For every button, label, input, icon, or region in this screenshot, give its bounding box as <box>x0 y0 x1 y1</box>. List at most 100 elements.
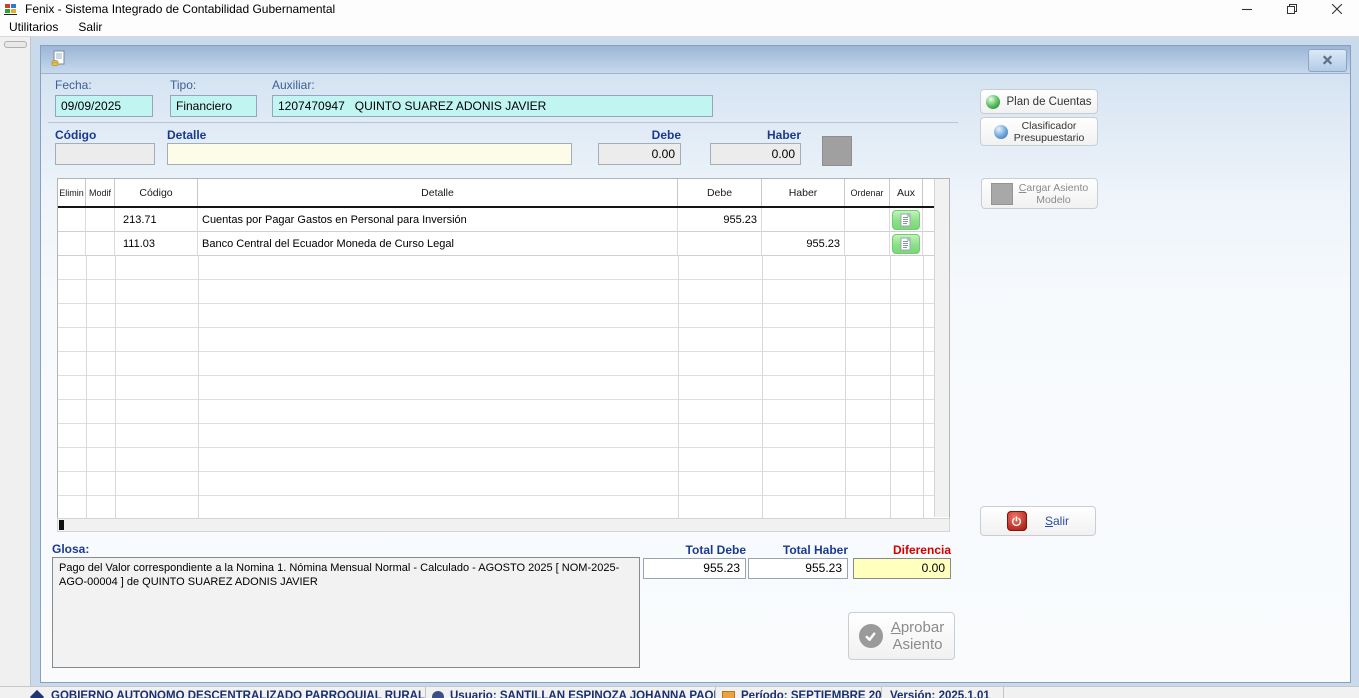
table-row[interactable]: 213.71 Cuentas por Pagar Gastos en Perso… <box>58 208 949 232</box>
titlebar: Fenix - Sistema Integrado de Contabilida… <box>0 0 1359 18</box>
cell-haber: 955.23 <box>762 232 845 256</box>
cell-debe <box>678 232 762 256</box>
cell-elimin[interactable] <box>58 232 86 256</box>
vertical-scrollbar[interactable] <box>934 179 949 517</box>
window-title: Fenix - Sistema Integrado de Contabilida… <box>25 0 335 18</box>
fecha-label: Fecha: <box>55 78 92 92</box>
auxiliar-input[interactable]: 1207470947 QUINTO SUAREZ ADONIS JAVIER <box>272 95 713 117</box>
haber-label: Haber <box>710 128 801 142</box>
menubar: Utilitarios Salir <box>0 18 1359 37</box>
col-detalle: Detalle <box>198 179 678 206</box>
debe-label: Debe <box>598 128 681 142</box>
cell-haber <box>762 208 845 232</box>
tipo-label: Tipo: <box>170 78 196 92</box>
app-window: Fenix - Sistema Integrado de Contabilida… <box>0 0 1359 698</box>
panel-gripper[interactable] <box>4 41 27 48</box>
clasificador-label-line1: Clasificador <box>1022 120 1077 132</box>
blue-sphere-icon <box>994 125 1008 139</box>
codigo-input[interactable] <box>55 143 155 165</box>
statusbar-entidad: GOBIERNO AUTONOMO DESCENTRALIZADO PARROQ… <box>0 687 426 698</box>
table-header-row: Elimin Modif Código Detalle Debe Haber O… <box>58 179 949 208</box>
col-aux: Aux <box>890 179 923 206</box>
salir-button-label: Salir <box>1045 514 1069 528</box>
form-separator <box>48 122 958 123</box>
close-x-icon <box>1322 52 1333 70</box>
restore-button[interactable] <box>1269 0 1314 18</box>
salir-button[interactable]: Salir <box>980 506 1096 536</box>
empty-grid-area <box>58 256 936 519</box>
cell-ordenar[interactable] <box>845 232 890 256</box>
col-codigo: Código <box>115 179 198 206</box>
total-haber-value: 955.23 <box>748 558 848 579</box>
detalle-label: Detalle <box>167 128 206 142</box>
plan-de-cuentas-button[interactable]: Plan de Cuentas <box>980 89 1098 114</box>
collapsed-dock-panel <box>0 37 31 686</box>
debe-input[interactable]: 0.00 <box>598 143 681 165</box>
detalle-input[interactable] <box>167 143 572 165</box>
diferencia-label: Diferencia <box>853 543 951 557</box>
statusbar-usuario: Usuario: SANTILLAN ESPINOZA JOHANNA PAOL… <box>426 687 716 698</box>
power-icon <box>1007 511 1027 531</box>
cell-aux <box>890 232 923 256</box>
minimize-button[interactable] <box>1224 0 1269 18</box>
total-debe-value: 955.23 <box>643 558 746 579</box>
close-button[interactable] <box>1314 0 1359 18</box>
gray-square-button[interactable] <box>822 136 852 166</box>
col-debe: Debe <box>678 179 762 206</box>
cargar-label-line1: Cargar Asiento <box>1019 182 1088 194</box>
aux-detail-button[interactable] <box>892 210 920 230</box>
col-ordenar: Ordenar <box>845 179 890 206</box>
auxiliar-label: Auxiliar: <box>272 78 315 92</box>
green-sphere-icon <box>986 95 1000 109</box>
horizontal-scrollbar[interactable] <box>57 518 950 532</box>
cell-debe: 955.23 <box>678 208 762 232</box>
cell-modif[interactable] <box>86 232 115 256</box>
glosa-label: Glosa: <box>52 542 89 556</box>
col-haber: Haber <box>762 179 845 206</box>
entity-icon <box>30 690 44 698</box>
glosa-textarea[interactable]: Pago del Valor correspondiente a la Nomi… <box>52 557 640 668</box>
cell-codigo: 213.71 <box>115 208 198 232</box>
fecha-input[interactable]: 09/09/2025 <box>55 95 153 117</box>
col-modif: Modif <box>86 179 115 206</box>
statusbar: GOBIERNO AUTONOMO DESCENTRALIZADO PARROQ… <box>0 686 1359 698</box>
cell-elimin[interactable] <box>58 208 86 232</box>
asiento-window-header <box>41 46 1350 74</box>
cell-modif[interactable] <box>86 208 115 232</box>
clasificador-presupuestario-button[interactable]: Clasificador Presupuestario <box>980 117 1098 146</box>
cell-codigo: 111.03 <box>115 232 198 256</box>
cell-detalle: Cuentas por Pagar Gastos en Personal par… <box>198 208 678 232</box>
check-circle-icon <box>859 624 883 648</box>
aprobar-label-line1: Aprobar <box>891 619 944 636</box>
child-close-button[interactable] <box>1308 49 1347 72</box>
cargar-label-line2: Modelo <box>1036 194 1070 206</box>
cargar-asiento-modelo-button[interactable]: Cargar Asiento Modelo <box>981 178 1098 209</box>
mdi-workspace: Fecha: Tipo: Auxiliar: 09/09/2025 Financ… <box>0 37 1359 686</box>
aprobar-asiento-button[interactable]: Aprobar Asiento <box>848 612 955 660</box>
plan-de-cuentas-label: Plan de Cuentas <box>1006 96 1091 108</box>
menu-utilitarios[interactable]: Utilitarios <box>0 18 68 36</box>
cell-detalle: Banco Central del Ecuador Moneda de Curs… <box>198 232 678 256</box>
aprobar-label-line2: Asiento <box>892 636 942 653</box>
statusbar-version: Versión: 2025.1.01 <box>882 687 1004 698</box>
user-icon <box>432 691 444 698</box>
haber-input[interactable]: 0.00 <box>710 143 801 165</box>
menu-salir[interactable]: Salir <box>68 18 112 36</box>
gray-square-icon <box>991 183 1013 205</box>
tipo-input[interactable]: Financiero <box>170 95 257 117</box>
scrollbar-thumb[interactable] <box>59 520 64 530</box>
asiento-window: Fecha: Tipo: Auxiliar: 09/09/2025 Financ… <box>40 45 1351 683</box>
col-elimin: Elimin <box>58 179 86 206</box>
total-haber-label: Total Haber <box>748 543 848 557</box>
total-debe-label: Total Debe <box>643 543 746 557</box>
asiento-table: Elimin Modif Código Detalle Debe Haber O… <box>57 178 950 518</box>
cell-ordenar[interactable] <box>845 208 890 232</box>
table-row[interactable]: 111.03 Banco Central del Ecuador Moneda … <box>58 232 949 256</box>
document-coins-icon <box>50 50 67 67</box>
statusbar-filler <box>1004 687 1359 698</box>
aux-detail-button[interactable] <box>892 234 920 254</box>
calendar-icon <box>722 691 735 698</box>
statusbar-periodo: Período: SEPTIEMBRE 2025 <box>716 687 882 698</box>
clasificador-label-line2: Presupuestario <box>1014 132 1085 144</box>
app-icon <box>4 2 18 16</box>
